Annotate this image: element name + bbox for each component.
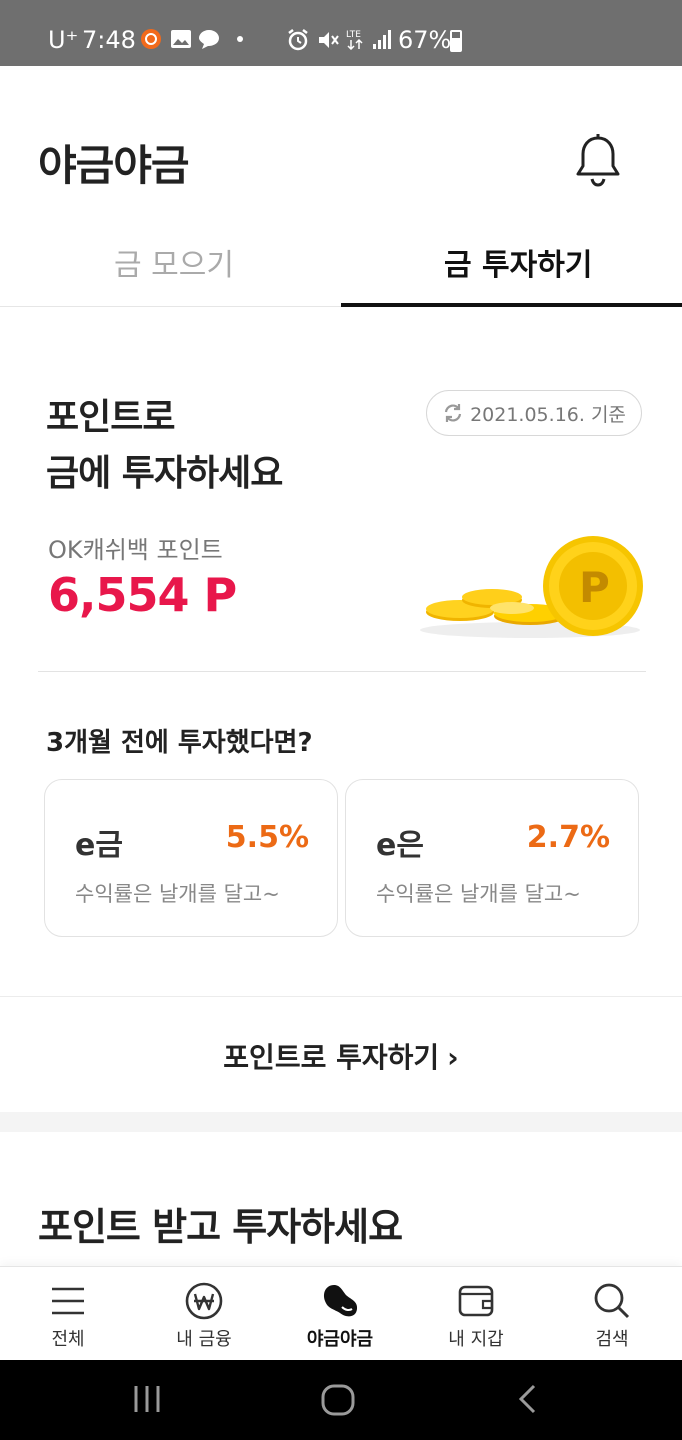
card-asset-name: e은 <box>376 828 424 863</box>
cta-divider <box>0 996 682 997</box>
date-refresh-badge[interactable]: 2021.05.16. 기준 <box>426 390 642 436</box>
menu-icon <box>52 1287 84 1315</box>
nav-label: 야금야금 <box>306 1329 374 1350</box>
home-icon[interactable] <box>320 1384 356 1416</box>
gold-coins-illustration: P <box>420 536 643 638</box>
active-tab-indicator <box>341 303 682 307</box>
signal-icon <box>373 30 391 49</box>
carrier-label: U⁺ <box>48 26 79 54</box>
nav-item-yageum[interactable]: 야금야금 <box>272 1267 408 1361</box>
section-title: 포인트 받고 투자하세요 <box>38 1205 403 1249</box>
card-asset-name: e금 <box>75 828 123 863</box>
bottom-navigation: 전체 내 금융 야금야금 내 지갑 검색 <box>0 1266 682 1360</box>
chat-icon <box>199 30 219 49</box>
recent-apps-icon[interactable] <box>132 1384 162 1414</box>
headline-line-1: 포인트로 <box>46 397 175 438</box>
silver-return-card[interactable]: e은 2.7% 수익률은 날개를 달고~ <box>345 779 639 937</box>
card-return-rate: 2.7% <box>526 820 610 855</box>
point-label: OK캐쉬백 포인트 <box>48 536 223 564</box>
nav-item-my-finance[interactable]: 내 금융 <box>136 1267 272 1361</box>
simulation-title: 3개월 전에 투자했다면? <box>46 728 313 758</box>
wallet-icon <box>458 1285 494 1317</box>
lte-icon: LTE <box>346 30 363 50</box>
dot-icon <box>237 36 243 42</box>
bell-icon[interactable] <box>572 132 624 188</box>
nav-label: 내 지갑 <box>448 1329 504 1350</box>
tab-collect-gold[interactable]: 금 모으기 <box>114 240 234 284</box>
gold-return-card[interactable]: e금 5.5% 수익률은 날개를 달고~ <box>44 779 338 937</box>
date-label: 2021.05.16. 기준 <box>470 403 626 426</box>
page-title: 야금야금 <box>38 141 190 190</box>
alarm-icon <box>288 29 308 51</box>
nav-label: 검색 <box>595 1329 629 1350</box>
status-time: 7:48 <box>82 26 136 54</box>
battery-percent: 67% <box>398 26 452 54</box>
invest-with-points-button[interactable]: 포인트로 투자하기 › <box>0 1036 682 1076</box>
section-divider <box>38 671 646 672</box>
mute-icon <box>319 32 339 48</box>
nav-item-search[interactable]: 검색 <box>544 1267 680 1361</box>
card-description: 수익률은 날개를 달고~ <box>376 882 581 906</box>
won-icon <box>185 1282 223 1320</box>
headline-line-2: 금에 투자하세요 <box>46 453 283 494</box>
app-notification-icon <box>141 29 161 49</box>
gallery-icon <box>171 30 191 48</box>
section-gap <box>0 1112 682 1132</box>
nav-item-my-wallet[interactable]: 내 지갑 <box>408 1267 544 1361</box>
back-icon[interactable] <box>516 1384 540 1414</box>
battery-icon <box>450 30 462 52</box>
nav-label: 전체 <box>51 1329 85 1350</box>
hero-headline: 포인트로 금에 투자하세요 <box>46 390 283 502</box>
tab-invest-gold[interactable]: 금 투자하기 <box>444 240 592 284</box>
bean-icon <box>324 1285 358 1317</box>
point-value: 6,554 P <box>48 568 237 622</box>
card-description: 수익률은 날개를 달고~ <box>75 882 280 906</box>
nav-item-all[interactable]: 전체 <box>0 1267 136 1361</box>
system-navigation-bar <box>0 1360 682 1440</box>
refresh-icon <box>444 404 462 422</box>
svg-text:LTE: LTE <box>346 30 361 40</box>
status-bar: U⁺ 7:48 LTE 67% <box>0 0 682 66</box>
chevron-right-icon: › <box>447 1041 459 1074</box>
card-return-rate: 5.5% <box>225 820 309 855</box>
cta-label: 포인트로 투자하기 <box>223 1041 440 1074</box>
nav-label: 내 금융 <box>176 1329 232 1350</box>
search-icon <box>594 1283 630 1319</box>
svg-text:P: P <box>579 563 610 612</box>
